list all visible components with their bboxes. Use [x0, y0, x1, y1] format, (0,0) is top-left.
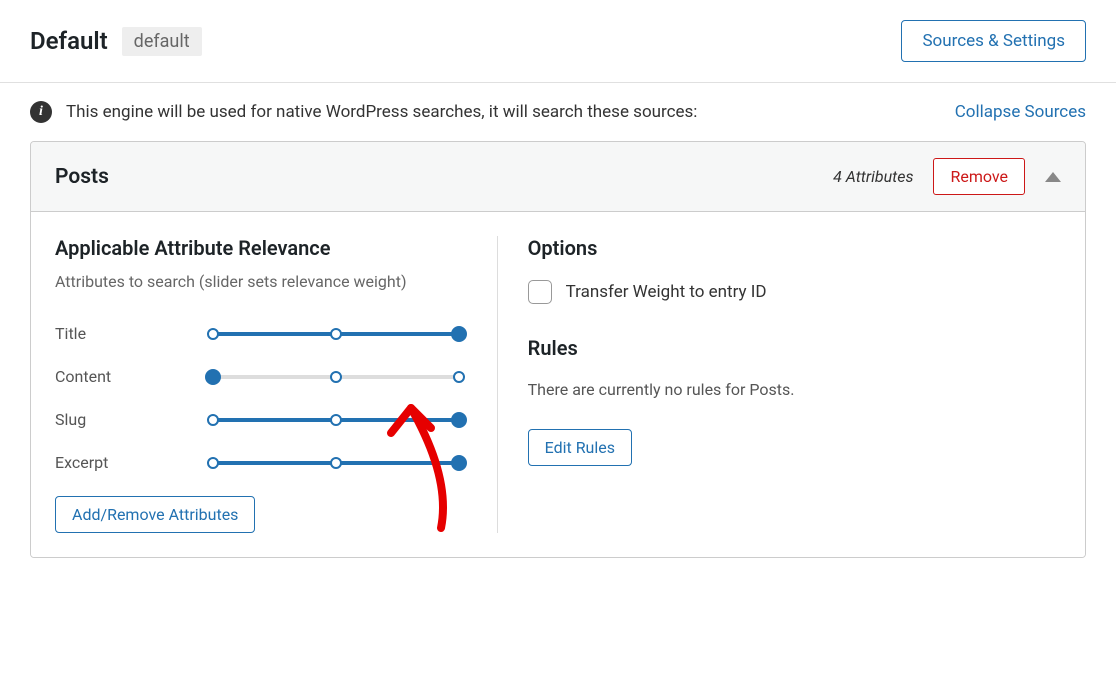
slider-row: Excerpt: [55, 453, 467, 472]
transfer-weight-option: Transfer Weight to entry ID: [528, 280, 1061, 306]
panel-body: Applicable Attribute Relevance Attribute…: [31, 212, 1085, 557]
slider-label: Content: [55, 367, 205, 386]
options-heading: Options: [528, 236, 1061, 260]
relevance-slider[interactable]: [205, 369, 467, 385]
edit-rules-button[interactable]: Edit Rules: [528, 429, 632, 466]
remove-button[interactable]: Remove: [933, 158, 1025, 195]
source-panel: Posts 4 Attributes Remove Applicable Att…: [30, 141, 1086, 558]
relevance-slider[interactable]: [205, 412, 467, 428]
panel-header: Posts 4 Attributes Remove: [31, 142, 1085, 212]
panel-header-right: 4 Attributes Remove: [833, 158, 1061, 195]
slider-handle[interactable]: [453, 371, 465, 383]
collapse-caret-icon[interactable]: [1045, 172, 1061, 182]
slider-label: Title: [55, 324, 205, 343]
attribute-count: 4 Attributes: [833, 167, 913, 186]
transfer-weight-checkbox[interactable]: [528, 280, 552, 304]
slider-handle[interactable]: [330, 328, 342, 340]
relevance-slider[interactable]: [205, 455, 467, 471]
slider-handle[interactable]: [207, 457, 219, 469]
header-left: Default default: [30, 27, 202, 56]
slider-handle[interactable]: [451, 412, 467, 428]
slider-handle[interactable]: [330, 457, 342, 469]
engine-header: Default default Sources & Settings: [0, 0, 1116, 83]
relevance-slider[interactable]: [205, 326, 467, 342]
engine-badge: default: [122, 27, 202, 56]
slider-handle[interactable]: [207, 414, 219, 426]
attributes-column: Applicable Attribute Relevance Attribute…: [55, 236, 498, 533]
sources-settings-button[interactable]: Sources & Settings: [901, 20, 1086, 62]
slider-label: Excerpt: [55, 453, 205, 472]
info-text: This engine will be used for native Word…: [66, 102, 697, 122]
engine-title: Default: [30, 27, 108, 55]
slider-handle[interactable]: [207, 328, 219, 340]
transfer-weight-label: Transfer Weight to entry ID: [566, 280, 767, 306]
slider-handle[interactable]: [205, 369, 221, 385]
attributes-heading: Applicable Attribute Relevance: [55, 236, 467, 260]
info-bar: i This engine will be used for native Wo…: [0, 83, 1116, 141]
attributes-subtext: Attributes to search (slider sets releva…: [55, 270, 467, 294]
add-remove-attributes-button[interactable]: Add/Remove Attributes: [55, 496, 255, 533]
slider-row: Content: [55, 367, 467, 386]
slider-row: Title: [55, 324, 467, 343]
slider-handle[interactable]: [451, 455, 467, 471]
slider-row: Slug: [55, 410, 467, 429]
collapse-sources-link[interactable]: Collapse Sources: [955, 102, 1086, 122]
options-column: Options Transfer Weight to entry ID Rule…: [498, 236, 1061, 533]
slider-handle[interactable]: [330, 371, 342, 383]
slider-label: Slug: [55, 410, 205, 429]
slider-handle[interactable]: [451, 326, 467, 342]
info-icon: i: [30, 101, 52, 123]
panel-title: Posts: [55, 165, 109, 189]
rules-text: There are currently no rules for Posts.: [528, 380, 1061, 399]
info-left: i This engine will be used for native Wo…: [30, 101, 697, 123]
sliders-container: Title Content Slug Excerpt: [55, 324, 467, 472]
slider-handle[interactable]: [330, 414, 342, 426]
rules-heading: Rules: [528, 336, 1061, 360]
